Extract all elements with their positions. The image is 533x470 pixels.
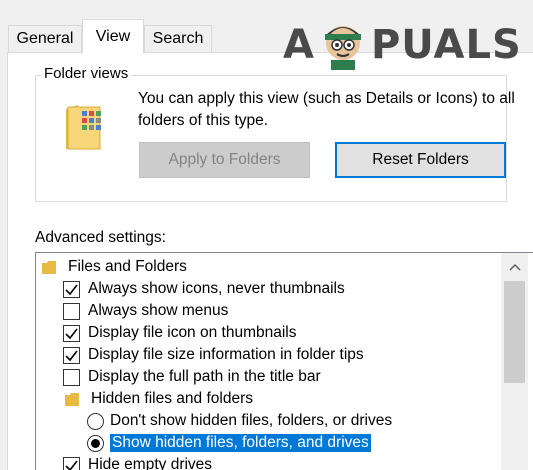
folder-icon <box>42 260 56 274</box>
reset-folders-label: Reset Folders <box>372 151 469 168</box>
advanced-settings-label: Advanced settings: <box>35 229 166 246</box>
folder-icon <box>65 392 79 406</box>
vertical-scrollbar[interactable] <box>501 253 528 470</box>
option-label: Display file icon on thumbnails <box>88 324 297 341</box>
apply-to-folders-label: Apply to Folders <box>168 151 281 168</box>
option-label-selected: Show hidden files, folders, and drives <box>110 434 371 452</box>
advanced-settings-tree[interactable]: Files and Folders Always show icons, nev… <box>35 252 533 470</box>
radio-selected[interactable] <box>87 434 104 452</box>
checkbox-checked[interactable] <box>63 324 80 342</box>
checkbox-checked[interactable] <box>63 346 80 364</box>
tree-folder-hidden-files[interactable]: Hidden files and folders <box>65 388 253 410</box>
option-show-hidden[interactable]: Show hidden files, folders, and drives <box>87 432 371 454</box>
option-label: Hide empty drives <box>88 456 213 470</box>
checkbox-checked[interactable] <box>63 456 80 470</box>
tab-view-label: View <box>95 27 131 45</box>
option-label: Don't show hidden files, folders, or dri… <box>110 412 393 429</box>
option-display-file-icon[interactable]: Display file icon on thumbnails <box>63 322 297 344</box>
scroll-thumb[interactable] <box>504 281 525 383</box>
tab-general[interactable]: General <box>8 25 82 52</box>
tree-folder-files-and-folders[interactable]: Files and Folders <box>42 256 187 278</box>
scroll-up-button[interactable] <box>501 253 528 280</box>
option-label: Display the full path in the title bar <box>88 368 321 385</box>
apply-to-folders-button[interactable]: Apply to Folders <box>139 142 310 178</box>
tab-general-label: General <box>16 30 74 47</box>
option-label: Always show menus <box>88 302 229 319</box>
option-label: Always show icons, never thumbnails <box>88 280 345 297</box>
tab-search[interactable]: Search <box>144 25 212 52</box>
tab-search-label: Search <box>152 30 204 47</box>
checkbox-checked[interactable] <box>63 280 80 298</box>
chevron-up-icon <box>508 263 521 271</box>
folder-views-title: Folder views <box>41 65 132 82</box>
option-dont-show-hidden[interactable]: Don't show hidden files, folders, or dri… <box>87 410 392 432</box>
tab-view[interactable]: View <box>82 19 144 53</box>
tree-item-label: Files and Folders <box>68 258 187 275</box>
watermark-letter-a: A <box>283 22 315 68</box>
reset-folders-button[interactable]: Reset Folders <box>335 142 506 178</box>
checkbox-unchecked[interactable] <box>63 368 80 386</box>
folder-views-description: You can apply this view (such as Details… <box>138 90 515 129</box>
checkbox-unchecked[interactable] <box>63 302 80 320</box>
appuals-watermark: A PUALS <box>283 14 521 76</box>
option-hide-empty-drives[interactable]: Hide empty drives <box>63 454 212 470</box>
option-label: Display file size information in folder … <box>88 346 364 363</box>
radio-unselected[interactable] <box>87 412 104 430</box>
option-always-show-icons[interactable]: Always show icons, never thumbnails <box>63 278 345 300</box>
folder-view-icon <box>64 103 106 151</box>
option-display-full-path[interactable]: Display the full path in the title bar <box>63 366 321 388</box>
watermark-letters: PUALS <box>370 22 522 68</box>
option-always-show-menus[interactable]: Always show menus <box>63 300 228 322</box>
mascot-icon <box>317 19 369 71</box>
option-display-file-size[interactable]: Display file size information in folder … <box>63 344 364 366</box>
tree-item-label: Hidden files and folders <box>91 390 253 407</box>
